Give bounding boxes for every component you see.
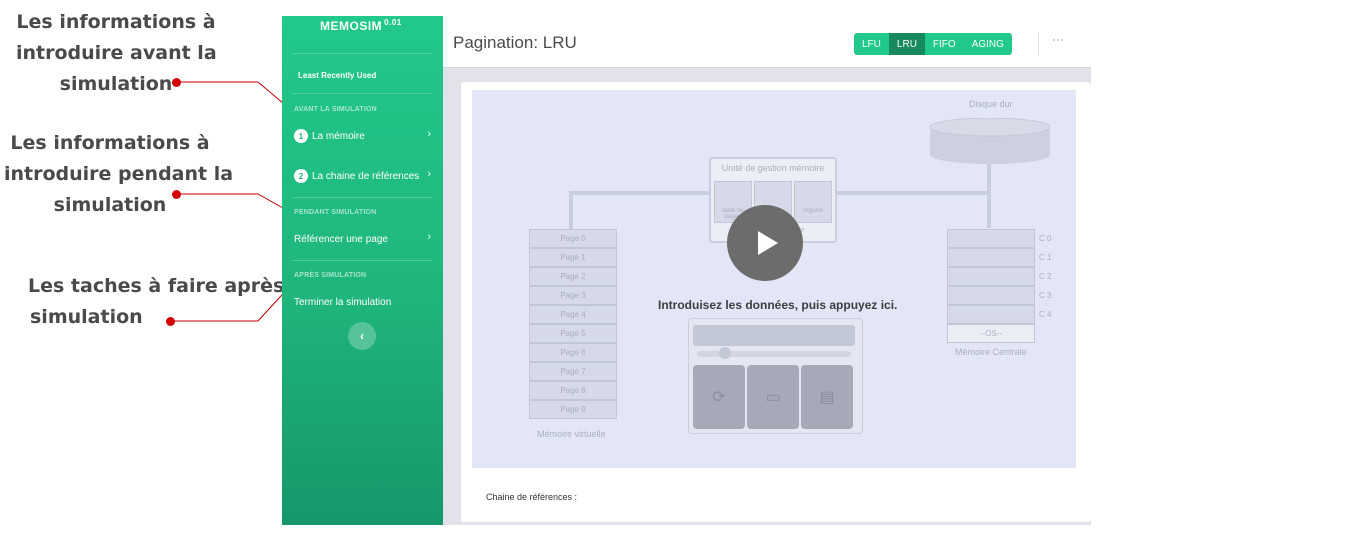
- annotation-line: introduire pendant la: [4, 163, 234, 185]
- virtual-page-cell: Page 0: [529, 229, 617, 248]
- play-button[interactable]: [727, 205, 803, 281]
- controls-preview: ⟳ ▭ ▤: [688, 318, 863, 434]
- more-menu-icon[interactable]: ⋮: [1051, 34, 1065, 46]
- section-during-simulation: PENDANT SIMULATION: [294, 209, 377, 216]
- frame-label: C 3: [1039, 291, 1052, 300]
- start-instruction-text: Introduisez les données, puis appuyez ic…: [658, 298, 898, 312]
- annotation-after: Les taches à faire après la simulation: [28, 271, 311, 333]
- sidebar-divider: [292, 197, 433, 198]
- virtual-page-cell: Page 4: [529, 305, 617, 324]
- mmu-title: Unité de gestion mémoire: [721, 163, 825, 173]
- frame-label: C 1: [1039, 253, 1052, 262]
- page-title: Pagination: LRU: [453, 33, 577, 52]
- algorithm-mode-label: Least Recently Used: [298, 71, 377, 80]
- frame-cell: [947, 229, 1035, 248]
- step-number-badge: 2: [294, 169, 308, 183]
- bus-line: [987, 162, 991, 228]
- collapse-sidebar-button[interactable]: ‹: [348, 322, 376, 350]
- virtual-page-cell: Page 9: [529, 400, 617, 419]
- sidebar-item-end-simulation[interactable]: Terminer la simulation: [294, 293, 431, 311]
- virtual-page-cell: Page 6: [529, 343, 617, 362]
- step-number-badge: 1: [294, 129, 308, 143]
- os-cell: --OS--: [947, 324, 1035, 343]
- screenshot-root: Les informations à introduire avant la s…: [0, 0, 1372, 538]
- sidebar-item-label: La mémoire: [312, 130, 365, 142]
- central-memory-label: Mémoire Centrale: [955, 347, 1027, 357]
- disk-label: Disque dur: [969, 99, 1013, 109]
- settings-icon: ▤: [801, 365, 853, 429]
- brand-version: 0.01: [384, 18, 402, 27]
- algorithm-switcher: LFU LRU FIFO AGING: [854, 33, 1012, 55]
- algo-button-aging[interactable]: AGING: [963, 33, 1012, 55]
- refresh-icon: ⟳: [693, 365, 745, 429]
- sidebar-item-label: Référencer une page: [294, 233, 388, 245]
- sidebar-divider: [292, 93, 433, 94]
- chevron-right-icon: ›: [427, 231, 431, 243]
- virtual-page-cell: Page 2: [529, 267, 617, 286]
- algo-button-lfu[interactable]: LFU: [854, 33, 889, 55]
- frame-cell: [947, 248, 1035, 267]
- annotation-dot: [166, 317, 175, 326]
- frame-label: C 0: [1039, 234, 1052, 243]
- virtual-page-cell: Page 8: [529, 381, 617, 400]
- register-box: registre: [794, 181, 832, 223]
- sidebar-divider: [292, 260, 433, 261]
- annotation-line: Les informations à: [16, 11, 216, 33]
- sidebar-item-memory[interactable]: 1 La mémoire ›: [294, 127, 431, 145]
- section-after-simulation: APRÈS SIMULATION: [294, 272, 367, 279]
- memory-icon: ▭: [747, 365, 799, 429]
- virtual-page-cell: Page 1: [529, 248, 617, 267]
- algo-button-fifo[interactable]: FIFO: [924, 33, 964, 55]
- virtual-page-cell: Page 5: [529, 324, 617, 343]
- frame-cell: [947, 305, 1035, 324]
- annotation-line: Les informations à: [10, 132, 210, 154]
- sidebar-item-label: Terminer la simulation: [294, 296, 392, 308]
- speed-slider-knob: [719, 347, 731, 359]
- brand-logo[interactable]: MEMOSIM 0.01: [320, 18, 402, 33]
- sidebar-item-reference-string[interactable]: 2 La chaine de références ›: [294, 167, 431, 185]
- chevron-right-icon: ›: [427, 128, 431, 140]
- frame-cell: [947, 286, 1035, 305]
- annotation-line: Les taches à faire après la: [28, 275, 311, 297]
- frame-label: C 2: [1039, 272, 1052, 281]
- algo-button-lru[interactable]: LRU: [888, 33, 925, 55]
- virtual-page-cell: Page 7: [529, 362, 617, 381]
- annotation-line: introduire avant la: [16, 42, 217, 64]
- chevron-left-icon: ‹: [360, 329, 364, 343]
- annotation-before: Les informations à introduire avant la s…: [16, 7, 217, 100]
- annotation-line: simulation: [59, 73, 173, 95]
- sidebar: MEMOSIM 0.01 Least Recently Used AVANT LA…: [282, 16, 443, 525]
- disk-icon: [930, 118, 1050, 164]
- top-header: Pagination: LRU LFU LRU FIFO AGING ⋮: [443, 16, 1091, 68]
- annotation-line: simulation: [53, 194, 167, 216]
- sidebar-divider: [292, 53, 433, 54]
- main-content: Pagination: LRU LFU LRU FIFO AGING ⋮ Dis…: [443, 16, 1091, 525]
- sidebar-item-label: La chaine de références: [312, 170, 420, 182]
- sidebar-item-reference-page[interactable]: Référencer une page ›: [294, 230, 431, 248]
- bus-line: [569, 191, 573, 229]
- annotation-dot: [172, 190, 181, 199]
- annotation-during: Les informations à introduire pendant la…: [4, 128, 234, 221]
- frame-cell: [947, 267, 1035, 286]
- header-divider: [1038, 32, 1039, 56]
- virtual-memory-label: Mémoire virtuelle: [537, 429, 606, 439]
- annotation-dot: [172, 78, 181, 87]
- reference-string-label: Chaine de références :: [486, 492, 578, 502]
- virtual-page-cell: Page 3: [529, 286, 617, 305]
- simulation-stage: Disque dur Unité de gestion mémoire tabl…: [472, 90, 1076, 468]
- annotation-line: simulation: [30, 306, 143, 328]
- brand-name: MEMOSIM: [320, 19, 383, 33]
- play-icon: [758, 231, 778, 255]
- simulation-card: Disque dur Unité de gestion mémoire tabl…: [461, 82, 1091, 522]
- input-bar-placeholder: [693, 325, 855, 346]
- section-before-simulation: AVANT LA SIMULATION: [294, 106, 377, 113]
- frame-label: C 4: [1039, 310, 1052, 319]
- chevron-right-icon: ›: [427, 168, 431, 180]
